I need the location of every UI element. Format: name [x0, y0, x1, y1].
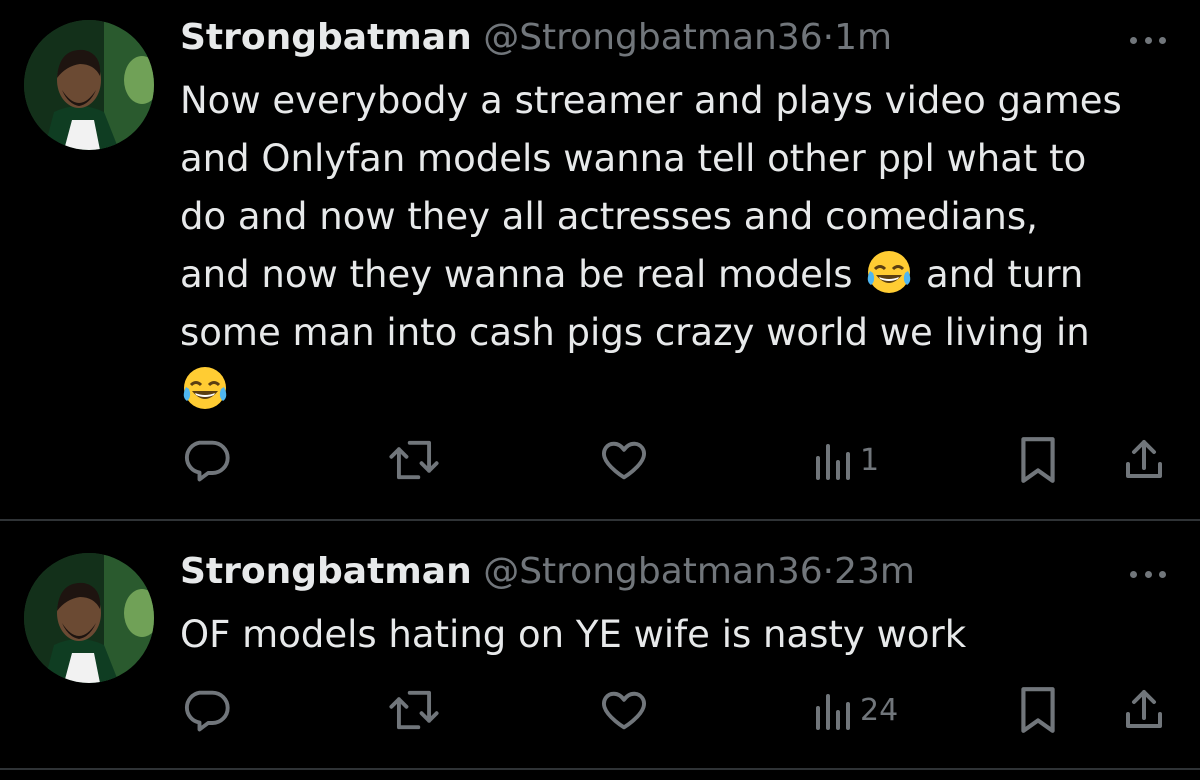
tweet-text-line: and Onlyfan models wanna tell other ppl …: [180, 137, 1087, 180]
views-count: 24: [860, 692, 899, 728]
user-handle[interactable]: @Strongbatman36: [483, 17, 822, 58]
bookmark-button[interactable]: [1016, 430, 1060, 490]
reply-button[interactable]: [180, 680, 232, 740]
retweet-icon: [389, 690, 439, 730]
share-icon: [1126, 690, 1162, 728]
tweet-header: Strongbatman @Strongbatman36·1m: [180, 16, 892, 60]
more-icon[interactable]: [1130, 568, 1166, 580]
bookmark-icon: [1021, 437, 1055, 483]
views-icon: [816, 444, 850, 480]
tweet-header: Strongbatman @Strongbatman36·23m: [180, 550, 915, 594]
tweet-text: Now everybody a streamer and plays video…: [180, 72, 1180, 420]
tweet-actions: 1: [0, 430, 1200, 490]
tweet-actions: 24: [0, 680, 1200, 740]
display-name[interactable]: Strongbatman: [180, 17, 472, 58]
like-button[interactable]: [598, 430, 650, 490]
tweet-text-line: Now everybody a streamer and plays video…: [180, 79, 1122, 122]
views-icon: [816, 694, 850, 730]
tweet-text-line: some man into cash pigs crazy world we l…: [180, 311, 1090, 354]
separator: ·: [822, 551, 835, 592]
share-icon: [1126, 440, 1162, 478]
tweet-text-line: [180, 362, 1180, 420]
display-name[interactable]: Strongbatman: [180, 551, 472, 592]
tweet-text: OF models hating on YE wife is nasty wor…: [180, 606, 1180, 664]
tweet-divider: [0, 519, 1200, 521]
tweet[interactable]: Strongbatman @Strongbatman36·1m Now ever…: [0, 0, 1200, 520]
avatar[interactable]: [24, 20, 154, 150]
tweet-divider: [0, 768, 1200, 770]
retweet-button[interactable]: [386, 680, 442, 740]
share-button[interactable]: [1120, 680, 1168, 740]
more-icon[interactable]: [1130, 34, 1166, 46]
reply-icon: [184, 440, 230, 482]
retweet-button[interactable]: [386, 430, 442, 490]
laughing-emoji-icon: [864, 247, 914, 297]
retweet-icon: [389, 440, 439, 480]
views-button[interactable]: 24: [812, 680, 898, 740]
avatar[interactable]: [24, 553, 154, 683]
tweet-text-segment: and turn: [926, 253, 1084, 296]
like-button[interactable]: [598, 680, 650, 740]
tweet-text-segment: and now they wanna be real models: [180, 253, 853, 296]
like-icon: [602, 441, 646, 480]
reply-icon: [184, 690, 230, 732]
views-count: 1: [860, 442, 880, 478]
user-handle[interactable]: @Strongbatman36: [483, 551, 822, 592]
bookmark-icon: [1021, 687, 1055, 733]
timestamp[interactable]: 23m: [834, 551, 915, 592]
share-button[interactable]: [1120, 430, 1168, 490]
tweet-text-line: do and now they all actresses and comedi…: [180, 195, 1038, 238]
laughing-emoji-icon: [180, 363, 230, 413]
views-button[interactable]: 1: [812, 430, 879, 490]
reply-button[interactable]: [180, 430, 232, 490]
bookmark-button[interactable]: [1016, 680, 1060, 740]
tweet-text-line: OF models hating on YE wife is nasty wor…: [180, 613, 967, 656]
separator: ·: [822, 17, 835, 58]
timestamp[interactable]: 1m: [834, 17, 892, 58]
like-icon: [602, 691, 646, 730]
tweet-text-line: and now they wanna be real models and tu…: [180, 246, 1180, 304]
